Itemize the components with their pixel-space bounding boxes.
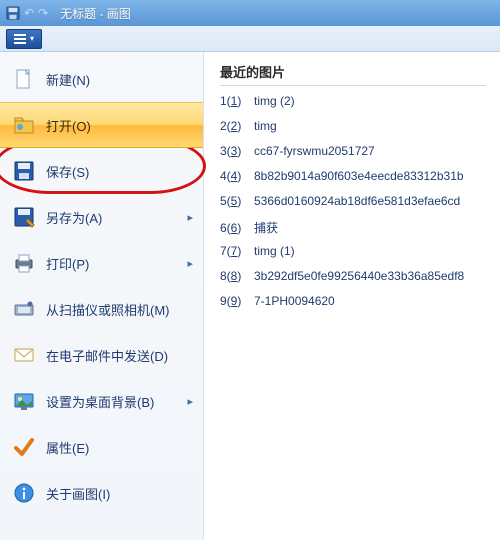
window-title: 无标题 - 画图 [60, 5, 131, 22]
menu-item-scanner[interactable]: 从扫描仪或照相机(M) [0, 286, 203, 332]
recent-file-hotkey: 8(8) [220, 269, 254, 283]
email-icon [10, 341, 38, 369]
info-icon [10, 479, 38, 507]
qat-undo-icon[interactable]: ↶ [24, 6, 34, 20]
file-menu-panel: 新建(N)打开(O)保存(S)另存为(A)▸打印(P)▸从扫描仪或照相机(M)在… [0, 52, 500, 540]
recent-file-hotkey: 1(1) [220, 94, 254, 108]
menu-item-label: 另存为(A) [46, 208, 187, 227]
ribbon-strip: ▾ [0, 26, 500, 52]
chevron-down-icon: ▾ [30, 34, 34, 43]
recent-file-hotkey: 6(6) [220, 221, 254, 235]
menu-item-label: 关于画图(I) [46, 484, 193, 503]
titlebar: ↶ ↷ 无标题 - 画图 [0, 0, 500, 26]
recent-files-panel: 最近的图片 1(1)timg (2)2(2)timg3(3)cc67-fyrsw… [204, 52, 500, 540]
menu-item-label: 从扫描仪或照相机(M) [46, 300, 193, 319]
recent-file-item[interactable]: 2(2)timg [220, 119, 486, 144]
menu-item-save-as[interactable]: 另存为(A)▸ [0, 194, 203, 240]
recent-file-name: cc67-fyrswmu2051727 [254, 144, 375, 158]
menu-item-label: 打开(O) [46, 116, 193, 135]
open-folder-icon [10, 111, 38, 139]
menu-item-label: 打印(P) [46, 254, 187, 273]
hamburger-icon [14, 34, 26, 44]
menu-item-email[interactable]: 在电子邮件中发送(D) [0, 332, 203, 378]
file-menu-left: 新建(N)打开(O)保存(S)另存为(A)▸打印(P)▸从扫描仪或照相机(M)在… [0, 52, 204, 540]
separator [220, 85, 486, 86]
qat-save-icon[interactable] [6, 6, 20, 20]
menu-item-label: 新建(N) [46, 70, 193, 89]
recent-file-hotkey: 7(7) [220, 244, 254, 258]
recent-file-item[interactable]: 1(1)timg (2) [220, 94, 486, 119]
recent-file-name: 7-1PH0094620 [254, 294, 335, 308]
submenu-arrow-icon: ▸ [187, 257, 193, 270]
recent-file-item[interactable]: 7(7)timg (1) [220, 244, 486, 269]
recent-file-item[interactable]: 5(5)5366d0160924ab18df6e581d3efae6cd [220, 194, 486, 219]
recent-file-item[interactable]: 4(4)8b82b9014a90f603e4eecde83312b31b [220, 169, 486, 194]
recent-file-name: timg (2) [254, 94, 295, 108]
recent-file-hotkey: 3(3) [220, 144, 254, 158]
menu-item-new[interactable]: 新建(N) [0, 56, 203, 102]
menu-item-label: 在电子邮件中发送(D) [46, 346, 193, 365]
recent-file-name: timg [254, 119, 277, 133]
recent-file-name: timg (1) [254, 244, 295, 258]
save-icon [10, 157, 38, 185]
menu-item-about[interactable]: 关于画图(I) [0, 470, 203, 516]
menu-item-save[interactable]: 保存(S) [0, 148, 203, 194]
recent-file-hotkey: 5(5) [220, 194, 254, 208]
menu-item-label: 保存(S) [46, 162, 193, 181]
recent-file-item[interactable]: 9(9)7-1PH0094620 [220, 294, 486, 319]
new-doc-icon [10, 65, 38, 93]
recent-file-item[interactable]: 3(3)cc67-fyrswmu2051727 [220, 144, 486, 169]
recent-file-item[interactable]: 6(6)捕获 [220, 219, 486, 244]
recent-file-name: 3b292df5e0fe99256440e33b36a85edf8 [254, 269, 464, 283]
submenu-arrow-icon: ▸ [187, 211, 193, 224]
menu-item-label: 属性(E) [46, 438, 193, 457]
menu-item-wallpaper[interactable]: 设置为桌面背景(B)▸ [0, 378, 203, 424]
checkmark-icon [10, 433, 38, 461]
recent-file-hotkey: 9(9) [220, 294, 254, 308]
recent-file-hotkey: 4(4) [220, 169, 254, 183]
recent-file-name: 捕获 [254, 219, 278, 236]
recent-file-name: 5366d0160924ab18df6e581d3efae6cd [254, 194, 460, 208]
menu-item-label: 设置为桌面背景(B) [46, 392, 187, 411]
print-icon [10, 249, 38, 277]
recent-file-item[interactable]: 8(8)3b292df5e0fe99256440e33b36a85edf8 [220, 269, 486, 294]
save-as-icon [10, 203, 38, 231]
scanner-icon [10, 295, 38, 323]
wallpaper-icon [10, 387, 38, 415]
file-menu-tab[interactable]: ▾ [6, 29, 42, 49]
menu-item-open[interactable]: 打开(O) [0, 102, 203, 148]
qat-redo-icon[interactable]: ↷ [38, 6, 48, 20]
menu-item-properties[interactable]: 属性(E) [0, 424, 203, 470]
menu-item-print[interactable]: 打印(P)▸ [0, 240, 203, 286]
recent-file-hotkey: 2(2) [220, 119, 254, 133]
recent-files-title: 最近的图片 [220, 62, 486, 81]
submenu-arrow-icon: ▸ [187, 395, 193, 408]
recent-file-name: 8b82b9014a90f603e4eecde83312b31b [254, 169, 464, 183]
